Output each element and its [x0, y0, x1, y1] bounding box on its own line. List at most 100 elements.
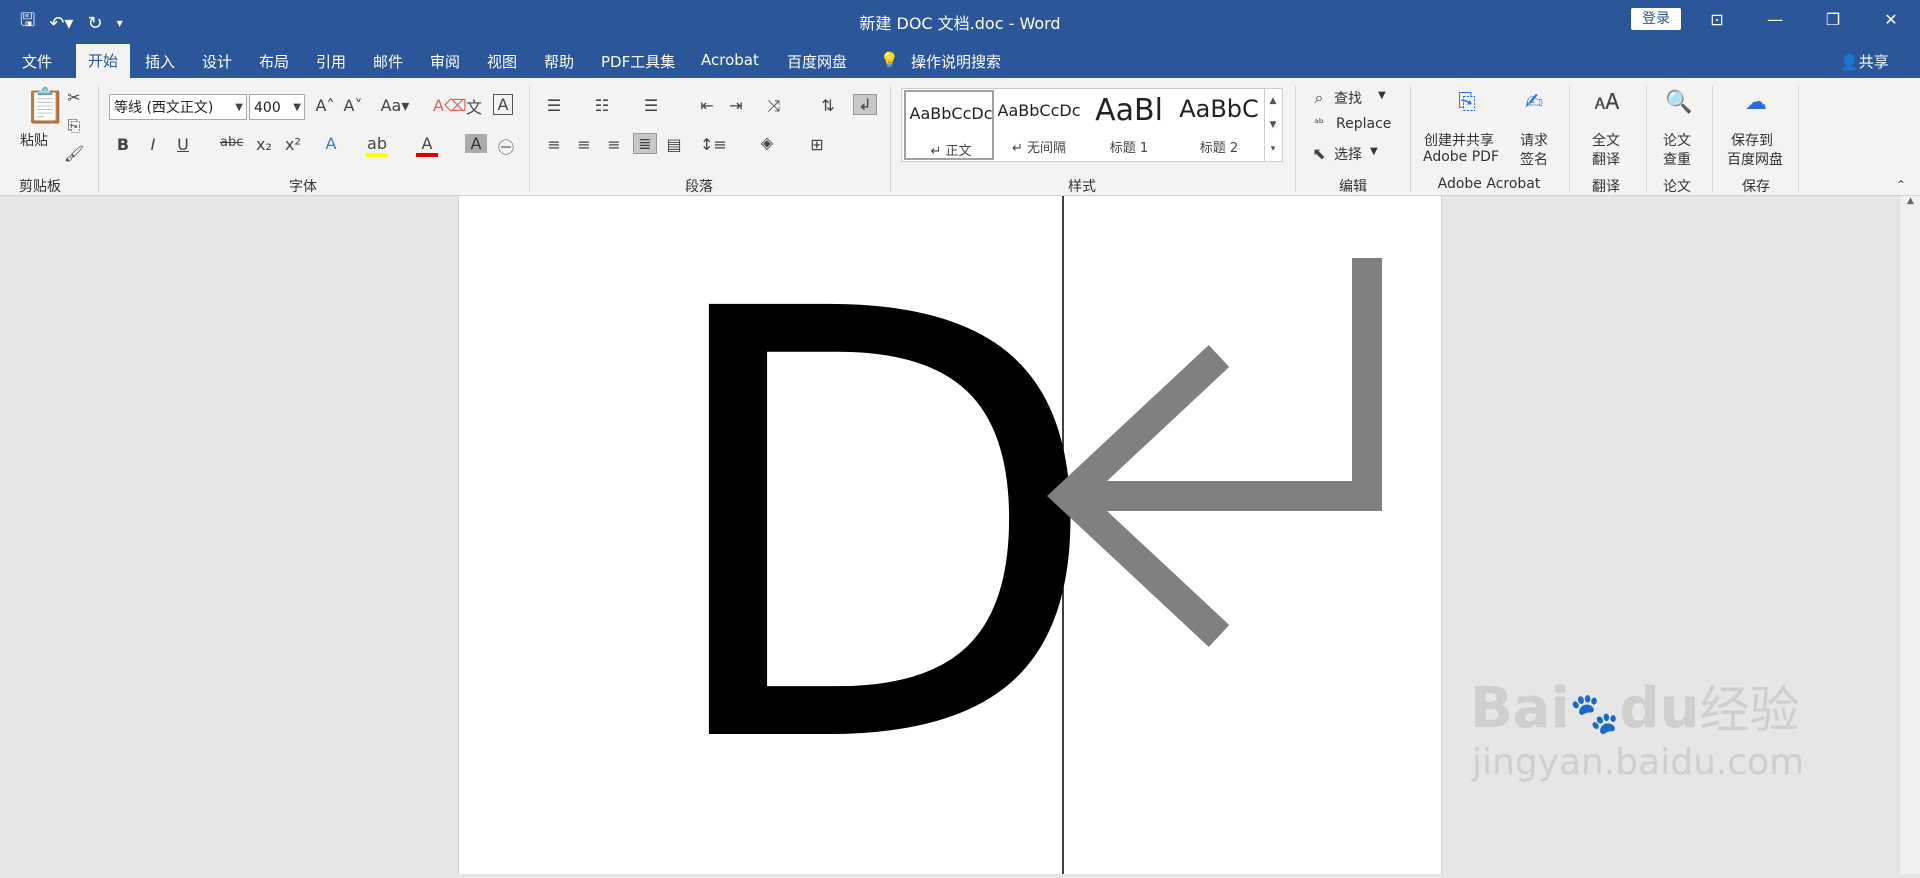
chevron-down-icon[interactable]: ▼	[1370, 146, 1378, 157]
title-bar: 🖫 ↶▾ ↻ ▾ 新建 DOC 文档.doc - Word 登录 ⊡ — ❐ ✕	[0, 0, 1920, 40]
tab-insert[interactable]: 插入	[145, 51, 175, 72]
ribbon-display-icon[interactable]: ⊡	[1688, 0, 1746, 40]
copy-icon[interactable]: ⎘	[63, 116, 85, 136]
tab-baidu-netdisk[interactable]: 百度网盘	[787, 51, 847, 72]
login-button[interactable]: 登录	[1631, 8, 1681, 30]
full-translate-line2[interactable]: 翻译	[1592, 149, 1620, 169]
paper-check-line2[interactable]: 查重	[1663, 149, 1691, 169]
bullets-icon[interactable]: ☰	[543, 96, 565, 115]
multilevel-list-icon[interactable]: ☰	[640, 96, 662, 115]
styles-scroll[interactable]: ▲ ▼ ▾	[1264, 89, 1281, 161]
watermark-tagline: 经验	[1699, 681, 1800, 739]
superscript-icon[interactable]: x²	[282, 135, 304, 154]
increase-indent-icon[interactable]: ⇥	[725, 96, 747, 115]
character-shading-icon[interactable]: A	[465, 134, 487, 153]
tab-mailings[interactable]: 邮件	[373, 51, 403, 72]
create-share-pdf-line1[interactable]: 创建并共享	[1424, 130, 1494, 150]
find-button[interactable]: 查找	[1334, 88, 1362, 108]
subscript-icon[interactable]: x₂	[253, 135, 275, 154]
sort-icon[interactable]: ⇅	[817, 96, 839, 115]
tab-layout[interactable]: 布局	[259, 51, 289, 72]
close-icon[interactable]: ✕	[1862, 0, 1920, 40]
document-page[interactable]: D	[458, 187, 1442, 874]
decrease-indent-icon[interactable]: ⇤	[696, 96, 718, 115]
create-share-pdf-line2[interactable]: Adobe PDF	[1423, 149, 1499, 165]
bold-icon[interactable]: B	[112, 135, 134, 154]
shading-icon[interactable]: ◈	[756, 133, 778, 152]
separator	[1712, 86, 1713, 192]
font-color-icon[interactable]: A	[416, 134, 438, 157]
italic-icon[interactable]: I	[142, 135, 164, 154]
separator	[1798, 86, 1799, 192]
vertical-scrollbar[interactable]: ▲	[1899, 196, 1920, 874]
character-border-icon[interactable]: A	[493, 94, 513, 115]
grow-font-icon[interactable]: A˄	[314, 96, 336, 115]
tab-design[interactable]: 设计	[202, 51, 232, 72]
scroll-up-icon[interactable]: ▲	[1900, 196, 1920, 206]
request-signature-line2[interactable]: 签名	[1520, 149, 1548, 169]
chevron-down-icon[interactable]: ▼	[1378, 90, 1386, 101]
tell-me-icon[interactable]: 💡	[880, 51, 899, 69]
align-center-icon[interactable]: ≡	[573, 135, 595, 154]
underline-icon[interactable]: U	[172, 135, 194, 154]
borders-icon[interactable]: ⊞	[806, 135, 828, 154]
save-to-baidu-line2[interactable]: 百度网盘	[1727, 149, 1783, 169]
text-direction-icon[interactable]: ⤨	[763, 96, 785, 116]
text-effects-icon[interactable]: A	[320, 134, 342, 153]
share-button[interactable]: 👤共享	[1840, 51, 1889, 72]
align-left-icon[interactable]: ≡	[543, 135, 565, 154]
request-signature-line1[interactable]: 请求	[1520, 130, 1548, 150]
paste-button[interactable]: 粘贴	[20, 130, 48, 150]
line-spacing-icon[interactable]: ↕≡	[700, 135, 727, 154]
paper-check-icon: 🔍	[1665, 90, 1693, 115]
replace-button[interactable]: Replace	[1336, 116, 1391, 132]
tab-help[interactable]: 帮助	[544, 51, 574, 72]
strikethrough-icon[interactable]: abc	[220, 135, 243, 150]
tell-me-search[interactable]: 操作说明搜索	[911, 51, 1001, 72]
clear-formatting-icon[interactable]: A⌫	[433, 96, 467, 115]
collapse-ribbon-icon[interactable]: ⌃	[1890, 178, 1912, 192]
style-heading-2[interactable]: AaBbC 标题 2	[1174, 89, 1264, 161]
tab-acrobat[interactable]: Acrobat	[701, 51, 759, 69]
tab-references[interactable]: 引用	[316, 51, 346, 72]
highlight-icon[interactable]: ab	[366, 134, 388, 157]
paper-check-line1[interactable]: 论文	[1663, 130, 1691, 150]
style-no-spacing[interactable]: AaBbCcDc ↵ 无间隔	[994, 89, 1084, 161]
tab-file[interactable]: 文件	[22, 51, 52, 72]
tab-review[interactable]: 审阅	[430, 51, 460, 72]
restore-icon[interactable]: ❐	[1804, 0, 1862, 40]
save-to-baidu-line1[interactable]: 保存到	[1731, 130, 1773, 150]
shrink-font-icon[interactable]: A˅	[342, 96, 364, 115]
watermark-brand2: du	[1619, 676, 1700, 741]
baidu-netdisk-icon: ☁	[1745, 90, 1767, 115]
group-label-editing: 编辑	[1339, 179, 1367, 195]
chevron-down-icon: ▼	[235, 102, 243, 113]
show-paragraph-marks-icon[interactable]: ↲	[853, 94, 877, 115]
find-icon: ⌕	[1314, 88, 1324, 107]
justify-icon[interactable]: ≣	[633, 133, 657, 154]
numbering-icon[interactable]: ☷	[591, 96, 613, 115]
enclose-characters-icon[interactable]: ㊀	[495, 134, 517, 158]
phonetic-guide-icon[interactable]: 文	[463, 94, 485, 118]
tab-home[interactable]: 开始	[76, 44, 131, 78]
distributed-icon[interactable]: ▤	[663, 135, 685, 154]
cut-icon[interactable]: ✂	[63, 88, 85, 107]
tab-view[interactable]: 视图	[487, 51, 517, 72]
watermark-brand: Bai	[1470, 676, 1570, 741]
separator	[890, 86, 891, 192]
watermark-url: jingyan.baidu.com	[1472, 742, 1805, 783]
select-button[interactable]: 选择	[1334, 144, 1362, 164]
font-name-combo[interactable]: 等线 (西文正文) ▼	[109, 94, 247, 120]
full-translate-line1[interactable]: 全文	[1592, 130, 1620, 150]
paste-icon[interactable]: 📋	[24, 86, 66, 126]
font-size-combo[interactable]: 400 ▼	[249, 94, 305, 120]
style-heading-1[interactable]: AaBl 标题 1	[1084, 89, 1174, 161]
format-painter-icon[interactable]: 🖌	[63, 144, 85, 163]
align-right-icon[interactable]: ≡	[603, 135, 625, 154]
change-case-icon[interactable]: Aa▾	[378, 96, 412, 115]
style-normal[interactable]: AaBbCcDc ↵ 正文	[904, 90, 994, 160]
replace-icon: ᵃᵇ	[1314, 116, 1324, 130]
separator	[1410, 86, 1411, 192]
tab-pdf-tools[interactable]: PDF工具集	[601, 51, 675, 72]
minimize-icon[interactable]: —	[1746, 0, 1804, 40]
